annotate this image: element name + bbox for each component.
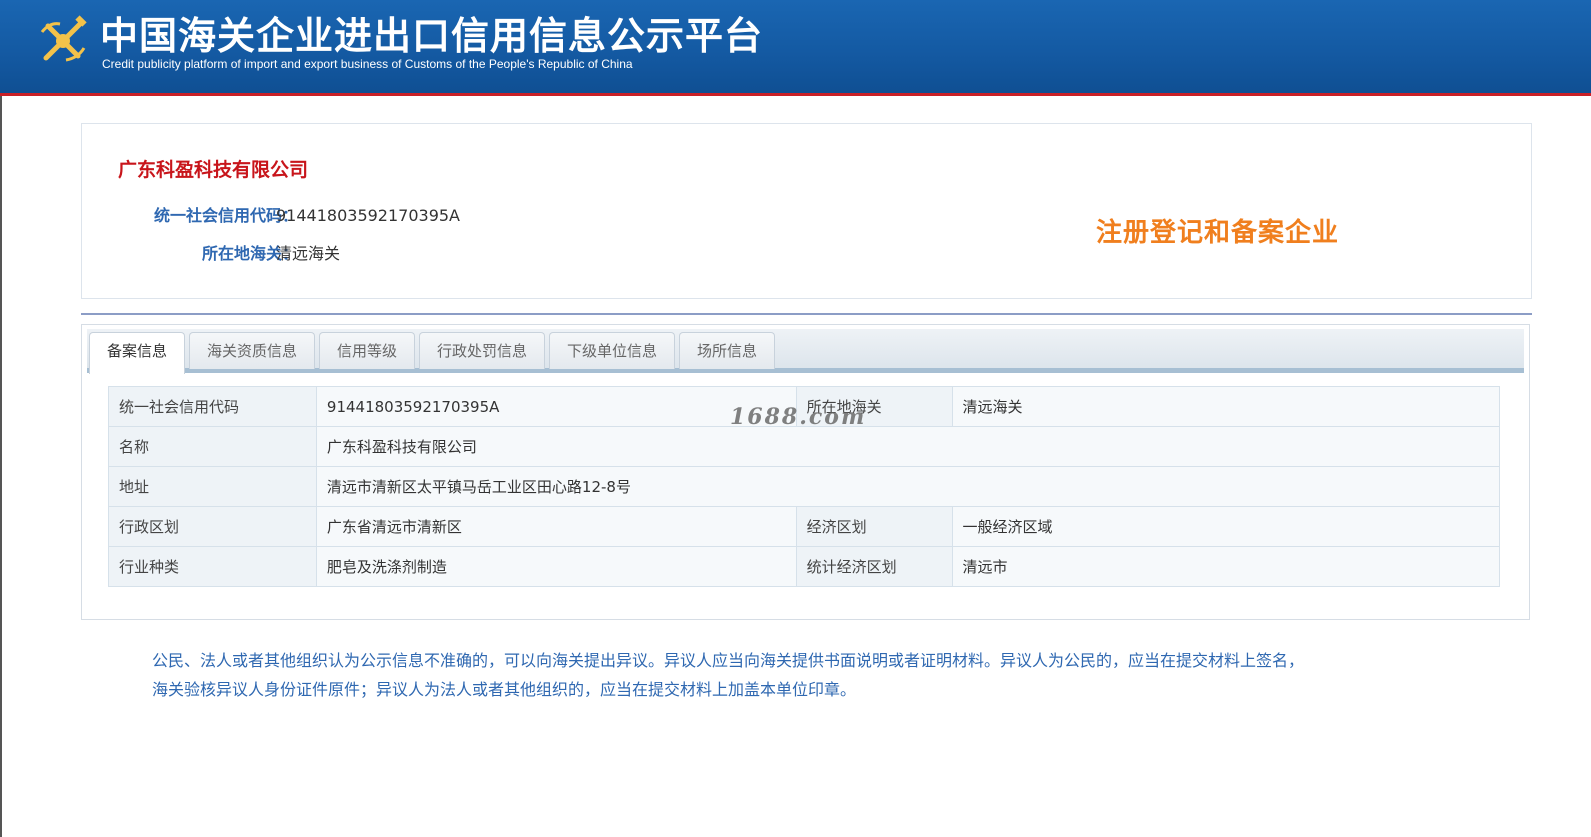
table-label: 行业种类	[108, 546, 317, 587]
credit-code-value: 91441803592170395A	[276, 206, 460, 225]
table-value: 一般经济区域	[951, 506, 1500, 547]
table-value: 清远市	[951, 546, 1500, 587]
notice-line: 公民、法人或者其他组织认为公示信息不准确的，可以向海关提出异议。异议人应当向海关…	[152, 651, 1305, 670]
table-row: 行政区划 广东省清远市清新区 经济区划 一般经济区域	[108, 506, 1500, 547]
table-value: 91441803592170395A	[315, 386, 797, 427]
tab-administrative-penalty[interactable]: 行政处罚信息	[419, 332, 545, 369]
table-value: 清远海关	[951, 386, 1500, 427]
table-label: 经济区划	[795, 506, 953, 547]
table-row: 名称 广东科盈科技有限公司	[108, 426, 1501, 467]
table-label: 统一社会信用代码	[108, 386, 317, 427]
filing-info-table: 统一社会信用代码 91441803592170395A 所在地海关 清远海关 名…	[108, 386, 1501, 587]
table-label: 地址	[108, 466, 317, 507]
table-row: 统一社会信用代码 91441803592170395A 所在地海关 清远海关	[108, 386, 1500, 427]
company-name: 广东科盈科技有限公司	[118, 159, 309, 181]
customs-value: 清远海关	[276, 244, 341, 263]
tab-subordinate-units[interactable]: 下级单位信息	[549, 332, 675, 369]
site-header: 中国海关企业进出口信用信息公示平台 Credit publicity platf…	[0, 0, 1591, 96]
table-value: 清远市清新区太平镇马岳工业区田心路12-8号	[315, 466, 1501, 507]
company-summary-card: 广东科盈科技有限公司 统一社会信用代码： 91441803592170395A …	[81, 123, 1532, 299]
tab-credit-rating[interactable]: 信用等级	[319, 332, 415, 369]
table-label: 行政区划	[108, 506, 317, 547]
site-title: 中国海关企业进出口信用信息公示平台	[100, 14, 764, 58]
table-row: 行业种类 肥皂及洗涤剂制造 统计经济区划 清远市	[108, 546, 1500, 587]
table-value: 广东省清远市清新区	[315, 506, 797, 547]
credit-code-row: 统一社会信用代码： 91441803592170395A	[118, 205, 678, 227]
table-value: 肥皂及洗涤剂制造	[315, 546, 797, 587]
tab-premises-info[interactable]: 场所信息	[679, 332, 775, 369]
section-divider	[81, 313, 1532, 315]
notice-line: 海关验核异议人身份证件原件；异议人为法人或者其他组织的，应当在提交材料上加盖本单…	[152, 680, 857, 699]
table-label: 统计经济区划	[795, 546, 953, 587]
table-row: 地址 清远市清新区太平镇马岳工业区田心路12-8号	[108, 466, 1501, 507]
customs-row: 所在地海关： 清远海关	[118, 243, 678, 265]
tab-bar: 备案信息 海关资质信息 信用等级 行政处罚信息 下级单位信息 场所信息	[87, 329, 1524, 374]
tab-customs-qualification[interactable]: 海关资质信息	[189, 332, 315, 369]
table-label: 名称	[108, 426, 317, 467]
objection-notice: 公民、法人或者其他组织认为公示信息不准确的，可以向海关提出异议。异议人应当向海关…	[152, 646, 1452, 704]
registration-status-badge: 注册登记和备案企业	[1096, 218, 1340, 248]
table-value: 广东科盈科技有限公司	[315, 426, 1501, 467]
site-subtitle: Credit publicity platform of import and …	[102, 57, 633, 71]
table-label: 所在地海关	[795, 386, 953, 427]
customs-emblem-icon	[40, 15, 87, 62]
left-border	[0, 96, 2, 837]
tab-filing-info[interactable]: 备案信息	[89, 332, 185, 374]
